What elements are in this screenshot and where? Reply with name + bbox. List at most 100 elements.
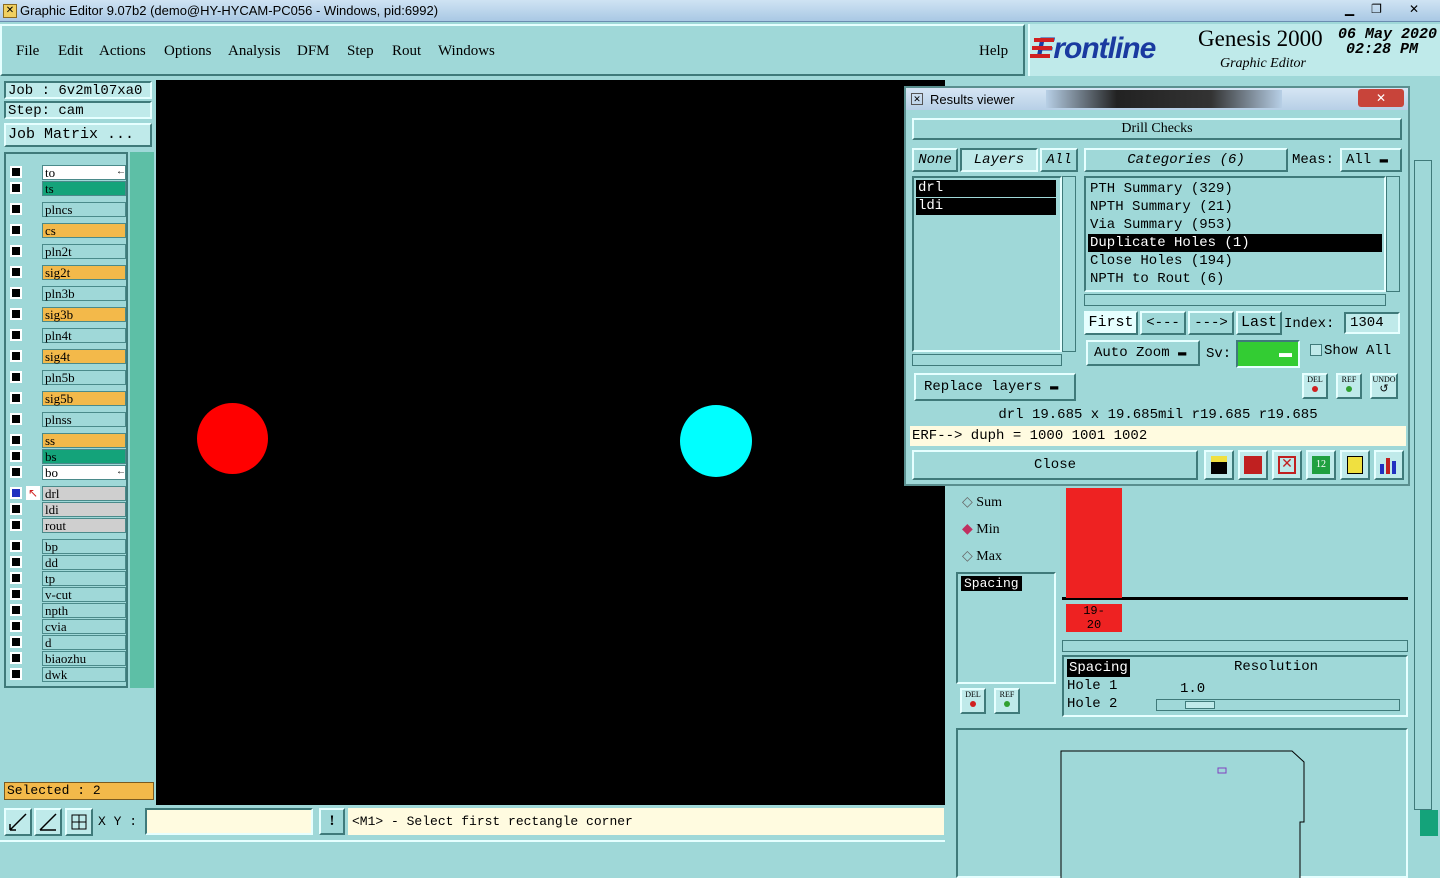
hist-ref-button[interactable]: REF	[994, 688, 1020, 714]
layer-results-list[interactable]: drl ldi	[912, 176, 1062, 352]
menu-options[interactable]: Options	[164, 43, 212, 60]
layer-row-sig5b[interactable]: sig5b	[8, 391, 128, 406]
layer-checkbox[interactable]	[10, 166, 22, 178]
ref-button[interactable]: REF	[1336, 373, 1362, 399]
clear-marks-icon[interactable]: ✕	[1272, 450, 1302, 480]
close-icon[interactable]: ✕	[1400, 0, 1428, 18]
meas-dropdown[interactable]: All ▬	[1340, 148, 1402, 172]
window-title-bar[interactable]: ✕ Graphic Editor 9.07b2 (demo@HY-HYCAM-P…	[0, 0, 1440, 22]
next-button[interactable]: --->	[1188, 311, 1234, 335]
last-button[interactable]: Last	[1236, 311, 1282, 335]
layer-row-d[interactable]: d	[8, 635, 128, 650]
maximize-icon[interactable]: ❐	[1363, 0, 1390, 18]
layer-row-bo[interactable]: bo ←	[8, 465, 128, 480]
spacing-item[interactable]: Spacing	[961, 576, 1022, 591]
layer-checkbox[interactable]	[10, 287, 22, 299]
layer-checkbox[interactable]	[10, 224, 22, 236]
layer-row-cvia[interactable]: cvia	[8, 619, 128, 634]
layer-row-ss[interactable]: ss	[8, 433, 128, 448]
layer-checkbox[interactable]	[10, 572, 22, 584]
sub-list[interactable]: Spacing Hole 1 Hole 2	[1067, 659, 1130, 713]
layer-row-bp[interactable]: bp	[8, 539, 128, 554]
layer-checkbox[interactable]	[10, 503, 22, 515]
menu-help[interactable]: Help	[979, 43, 1008, 60]
layer-checkbox[interactable]	[10, 636, 22, 648]
alert-button[interactable]: !	[319, 808, 345, 835]
drill-hole-cyan[interactable]	[680, 405, 752, 477]
layer-row-pln2t[interactable]: pln2t	[8, 244, 128, 259]
layer-checkbox[interactable]	[10, 308, 22, 320]
graphic-canvas[interactable]	[156, 80, 945, 805]
layer-checkbox[interactable]	[10, 652, 22, 664]
auto-zoom-dropdown[interactable]: Auto Zoom ▬	[1086, 340, 1200, 366]
layer-checkbox[interactable]	[10, 350, 22, 362]
layer-list-vscroll[interactable]	[1062, 176, 1076, 352]
grid-icon[interactable]	[65, 808, 93, 836]
category-item[interactable]: Via Summary (953)	[1088, 216, 1382, 234]
layer-checkbox[interactable]	[10, 434, 22, 446]
layer-row-sig2t[interactable]: sig2t	[8, 265, 128, 280]
layer-checkbox[interactable]	[10, 371, 22, 383]
close-button[interactable]: Close	[912, 450, 1198, 480]
highlight-icon[interactable]	[1204, 450, 1234, 480]
layer-checkbox[interactable]	[10, 182, 22, 194]
chart-red-icon[interactable]	[1238, 450, 1268, 480]
layer-row-plnss[interactable]: plnss	[8, 412, 128, 427]
results-title-bar[interactable]: ✕ Results viewer ✕	[906, 88, 1408, 110]
menu-edit[interactable]: Edit	[58, 43, 83, 60]
xy-input[interactable]	[145, 808, 313, 835]
layer-checkbox[interactable]	[10, 466, 22, 478]
drill-hole-red[interactable]	[197, 403, 268, 474]
none-button[interactable]: None	[912, 148, 958, 172]
categories-header[interactable]: Categories (6)	[1084, 148, 1288, 172]
menu-dfm[interactable]: DFM	[297, 43, 330, 60]
show-all-checkbox[interactable]	[1310, 344, 1322, 356]
layer-checkbox[interactable]	[10, 245, 22, 257]
layer-checkbox[interactable]	[10, 203, 22, 215]
histogram-icon[interactable]	[1374, 450, 1404, 480]
category-vscroll[interactable]	[1386, 176, 1400, 292]
layer-row-bs[interactable]: bs	[8, 449, 128, 464]
layer-row-sig3b[interactable]: sig3b	[8, 307, 128, 322]
results-close-icon[interactable]: ✕	[1358, 89, 1404, 107]
menu-rout[interactable]: Rout	[392, 43, 421, 60]
category-item[interactable]: Close Holes (194)	[1088, 252, 1382, 270]
layer-row-ts[interactable]: ts	[8, 181, 128, 196]
right-scroll-btn[interactable]	[1420, 810, 1438, 836]
snap-icon[interactable]	[4, 808, 32, 836]
sv-color-dropdown[interactable]: ▬	[1236, 340, 1300, 368]
report-icon[interactable]	[1340, 450, 1370, 480]
measure-list[interactable]: Spacing	[956, 572, 1056, 684]
layer-checkbox[interactable]	[10, 588, 22, 600]
index-input[interactable]: 1304	[1344, 312, 1400, 334]
layer-row-plncs[interactable]: plncs	[8, 202, 128, 217]
layer-checkbox[interactable]	[10, 266, 22, 278]
layer-checkbox[interactable]	[10, 556, 22, 568]
category-item[interactable]: PTH Summary (329)	[1088, 180, 1382, 198]
layers-tab[interactable]: Layers	[960, 148, 1038, 172]
menu-file[interactable]: File	[16, 43, 39, 60]
overview-map[interactable]	[956, 728, 1408, 878]
layer-row-rout[interactable]: rout	[8, 518, 128, 533]
layer-row-dwk[interactable]: dwk	[8, 667, 128, 682]
layer-list-hscroll[interactable]	[912, 354, 1062, 366]
layer-checkbox[interactable]	[10, 540, 22, 552]
menu-actions[interactable]: Actions	[99, 43, 146, 60]
min-radio[interactable]: ◆ Min	[962, 521, 1000, 538]
step-12-icon[interactable]: 12	[1306, 450, 1336, 480]
sub-item-hole1[interactable]: Hole 1	[1067, 677, 1130, 695]
measure-icon[interactable]	[34, 808, 62, 836]
right-scrollbar[interactable]	[1414, 160, 1432, 810]
layer-checkbox[interactable]	[10, 620, 22, 632]
resolution-slider[interactable]	[1156, 699, 1400, 711]
category-hscroll[interactable]	[1084, 294, 1386, 306]
max-radio[interactable]: ◇ Max	[962, 548, 1002, 565]
menu-step[interactable]: Step	[347, 43, 374, 60]
all-button[interactable]: All	[1040, 148, 1078, 172]
layer-row-npth[interactable]: npth	[8, 603, 128, 618]
layer-row-biaozhu[interactable]: biaozhu	[8, 651, 128, 666]
layer-row-v-cut[interactable]: v-cut	[8, 587, 128, 602]
layer-checkbox[interactable]	[10, 668, 22, 680]
layer-row-drl[interactable]: ↖ drl	[8, 486, 128, 501]
replace-layers-dropdown[interactable]: Replace layers ▬	[914, 373, 1076, 401]
